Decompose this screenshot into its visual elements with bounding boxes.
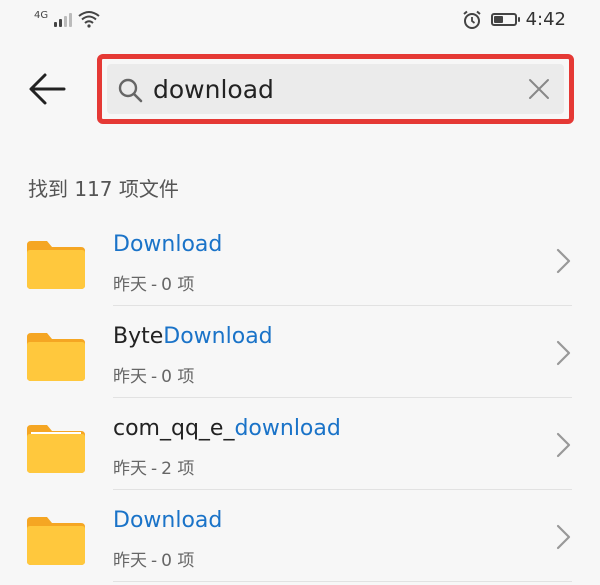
folder-icon bbox=[27, 241, 85, 289]
search-icon bbox=[118, 78, 143, 103]
chevron-right-icon bbox=[556, 524, 571, 550]
status-left: 4G bbox=[34, 10, 100, 28]
item-name: Download bbox=[113, 232, 222, 257]
results-list: Download 昨天 -0 项 ByteDownload 昨天 -0 项 com_… bbox=[0, 214, 600, 582]
clock-time: 4:42 bbox=[525, 9, 566, 30]
item-name: Download bbox=[113, 508, 222, 533]
search-box[interactable] bbox=[107, 64, 564, 114]
name-prefix: com_qq_e_ bbox=[113, 416, 235, 441]
signal-icon bbox=[54, 11, 73, 27]
list-item[interactable]: Download 昨天 -0 项 bbox=[0, 490, 600, 582]
item-meta: 昨天 -0 项 bbox=[113, 367, 195, 387]
wifi-icon bbox=[78, 11, 100, 28]
battery-icon bbox=[490, 13, 520, 26]
alarm-icon bbox=[462, 10, 481, 29]
battery-level bbox=[493, 16, 503, 23]
list-item[interactable]: com_qq_e_download 昨天 -2 项 bbox=[0, 398, 600, 490]
name-match-highlight: Download bbox=[113, 508, 223, 533]
item-count: 0 项 bbox=[161, 275, 195, 295]
item-date: 昨天 bbox=[113, 459, 147, 479]
name-match-highlight: download bbox=[234, 416, 341, 441]
back-arrow-icon[interactable] bbox=[26, 68, 68, 110]
item-count: 0 项 bbox=[161, 551, 195, 571]
item-name: com_qq_e_download bbox=[113, 416, 341, 441]
list-item[interactable]: ByteDownload 昨天 -0 项 bbox=[0, 306, 600, 398]
name-prefix: Byte bbox=[113, 324, 164, 349]
chevron-right-icon bbox=[556, 248, 571, 274]
item-count: 2 项 bbox=[161, 459, 195, 479]
item-meta: 昨天 -0 项 bbox=[113, 275, 195, 295]
status-right: 4:42 bbox=[462, 9, 566, 30]
network-type: 4G bbox=[34, 9, 49, 21]
item-meta: 昨天 -0 项 bbox=[113, 551, 195, 571]
item-date: 昨天 bbox=[113, 367, 147, 387]
name-match-highlight: Download bbox=[163, 324, 273, 349]
search-input[interactable] bbox=[153, 70, 513, 108]
item-meta: 昨天 -2 项 bbox=[113, 459, 195, 479]
chevron-right-icon bbox=[556, 340, 571, 366]
divider bbox=[113, 581, 572, 582]
item-name: ByteDownload bbox=[113, 324, 273, 349]
item-count: 0 项 bbox=[161, 367, 195, 387]
result-count: 找到 117 项文件 bbox=[28, 177, 179, 201]
item-date: 昨天 bbox=[113, 275, 147, 295]
item-date: 昨天 bbox=[113, 551, 147, 571]
list-item[interactable]: Download 昨天 -0 项 bbox=[0, 214, 600, 306]
folder-icon bbox=[27, 333, 85, 381]
folder-icon bbox=[27, 425, 85, 473]
chevron-right-icon bbox=[556, 432, 571, 458]
folder-icon bbox=[27, 517, 85, 565]
name-match-highlight: Download bbox=[113, 232, 223, 257]
status-bar: 4G 4:42 bbox=[0, 0, 600, 42]
close-icon[interactable] bbox=[528, 78, 550, 100]
